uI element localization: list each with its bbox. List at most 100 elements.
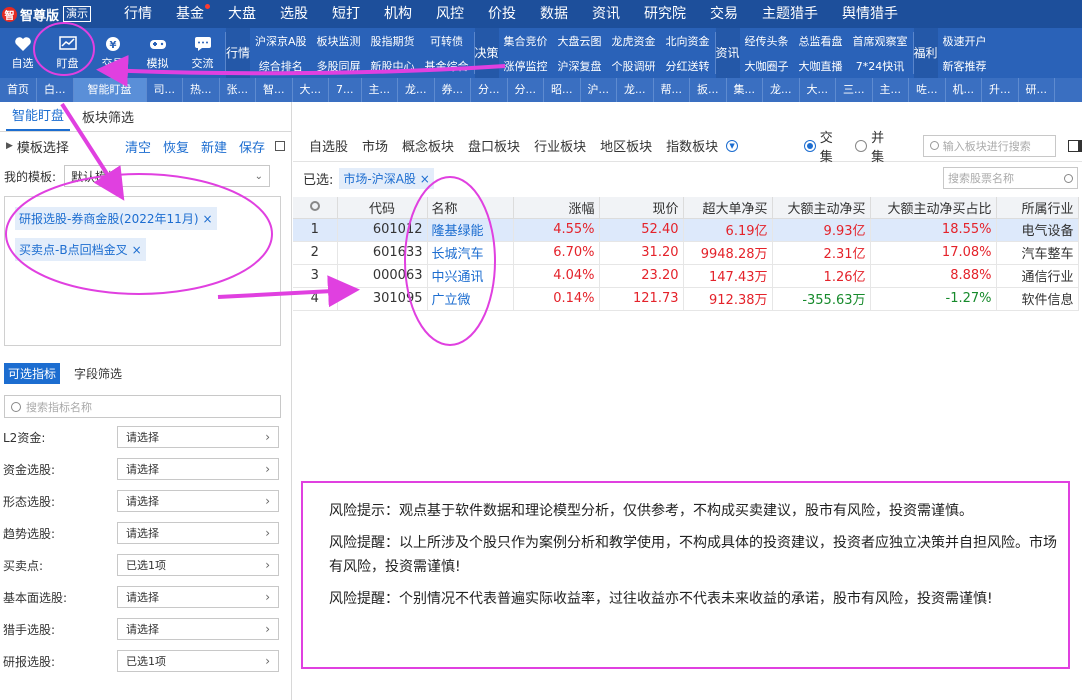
menu-fund[interactable]: 基金 bbox=[164, 0, 216, 28]
menu-risk[interactable]: 风控 bbox=[424, 0, 476, 28]
scope-industry[interactable]: 行业板块 bbox=[534, 136, 586, 155]
filter-select[interactable]: 请选择 › bbox=[117, 522, 279, 544]
window-tab[interactable]: 沪... bbox=[581, 78, 617, 102]
window-tab[interactable]: 白... bbox=[37, 78, 74, 102]
link-futures[interactable]: 股指期货 bbox=[366, 33, 420, 49]
menu-short[interactable]: 短打 bbox=[320, 0, 372, 28]
window-tab[interactable]: 研... bbox=[1019, 78, 1055, 102]
menu-sentiment-hunter[interactable]: 舆情猎手 bbox=[830, 0, 910, 28]
col-super-large[interactable]: 超大单净买 bbox=[683, 197, 773, 219]
link-chief-room[interactable]: 首席观察室 bbox=[848, 33, 913, 49]
table-row[interactable]: 2 601633 长城汽车 6.70% 31.20 9948.28万 2.31亿 17.08%… bbox=[293, 241, 1079, 265]
condition-tag[interactable]: 买卖点-B点回档金叉 × bbox=[15, 238, 146, 261]
link-rank[interactable]: 综合排名 bbox=[250, 58, 312, 74]
filter-select[interactable]: 请选择 › bbox=[117, 426, 279, 448]
remove-icon[interactable]: × bbox=[420, 172, 430, 186]
tab-field-filter[interactable]: 字段筛选 bbox=[70, 363, 126, 384]
link-fund-combo[interactable]: 基金综合 bbox=[420, 58, 474, 74]
filter-select[interactable]: 请选择 › bbox=[117, 490, 279, 512]
link-flash-news[interactable]: 7*24快讯 bbox=[848, 58, 913, 74]
menu-trade[interactable]: 交易 bbox=[698, 0, 750, 28]
window-tab[interactable]: 龙... bbox=[617, 78, 654, 102]
col-change[interactable]: 涨幅 bbox=[513, 197, 600, 219]
window-tab[interactable]: 主... bbox=[873, 78, 909, 102]
table-row[interactable]: 1 601012 隆基绿能 4.55% 52.40 6.19亿 9.93亿 18.55% 电气设… bbox=[293, 218, 1079, 242]
link-review[interactable]: 沪深复盘 bbox=[553, 58, 607, 74]
chat-button[interactable]: 交流 bbox=[180, 28, 225, 78]
stock-name[interactable]: 广立微 bbox=[427, 287, 514, 311]
save-button[interactable]: 保存 bbox=[239, 137, 265, 156]
filter-select[interactable]: 请选择 › bbox=[117, 586, 279, 608]
tab-plate-filter[interactable]: 板块筛选 bbox=[76, 107, 140, 131]
window-tab[interactable]: 分... bbox=[471, 78, 508, 102]
scope-concept[interactable]: 概念板块 bbox=[402, 136, 454, 155]
link-stock-survey[interactable]: 个股调研 bbox=[607, 58, 661, 74]
window-tab[interactable]: 龙... bbox=[398, 78, 435, 102]
link-limit-monitor[interactable]: 涨停监控 bbox=[499, 58, 553, 74]
trade-button[interactable]: ¥ 交易 bbox=[90, 28, 135, 78]
tab-smart-monitor[interactable]: 智能盯盘 bbox=[6, 105, 71, 131]
col-industry[interactable]: 所属行业 bbox=[996, 197, 1079, 219]
restore-button[interactable]: 恢复 bbox=[163, 137, 189, 156]
window-tab[interactable]: 集... bbox=[727, 78, 763, 102]
link-market-cloud[interactable]: 大盘云图 bbox=[553, 33, 607, 49]
link-director-view[interactable]: 总监看盘 bbox=[794, 33, 848, 49]
link-ipo-center[interactable]: 新股中心 bbox=[366, 58, 420, 74]
menu-market[interactable]: 大盘 bbox=[216, 0, 268, 28]
stock-name[interactable]: 隆基绿能 bbox=[427, 218, 514, 242]
menu-data[interactable]: 数据 bbox=[528, 0, 580, 28]
condition-tag[interactable]: 研报选股-券商金股(2022年11月) × bbox=[15, 207, 217, 230]
window-tab[interactable]: 张... bbox=[220, 78, 256, 102]
link-auction[interactable]: 集合竞价 bbox=[499, 33, 553, 49]
window-tab[interactable]: 扳... bbox=[690, 78, 727, 102]
window-tab[interactable]: 热... bbox=[183, 78, 220, 102]
scope-market[interactable]: 市场 bbox=[362, 136, 388, 155]
stock-name[interactable]: 长城汽车 bbox=[427, 241, 514, 265]
link-dividend[interactable]: 分红送转 bbox=[661, 58, 715, 74]
link-convertible[interactable]: 可转债 bbox=[420, 33, 474, 49]
link-hs-a[interactable]: 沪深京A股 bbox=[250, 33, 312, 49]
link-open-account[interactable]: 极速开户 bbox=[938, 33, 992, 49]
window-tab[interactable]: 三... bbox=[836, 78, 873, 102]
remove-icon[interactable]: × bbox=[132, 243, 142, 257]
window-tab[interactable]: 券... bbox=[435, 78, 471, 102]
menu-value[interactable]: 价投 bbox=[476, 0, 528, 28]
link-expert-circle[interactable]: 大咖圈子 bbox=[740, 58, 794, 74]
menu-research[interactable]: 研究院 bbox=[632, 0, 698, 28]
radio-union[interactable] bbox=[855, 139, 868, 152]
filter-select[interactable]: 已选1项 › bbox=[117, 554, 279, 576]
menu-quotes[interactable]: 行情 bbox=[112, 0, 164, 28]
link-plate-monitor[interactable]: 板块监测 bbox=[312, 33, 366, 49]
link-expert-live[interactable]: 大咖直播 bbox=[794, 58, 848, 74]
window-tab[interactable]: 昭... bbox=[544, 78, 581, 102]
settings-column[interactable] bbox=[293, 197, 338, 219]
panel-toggle-icon[interactable] bbox=[1068, 139, 1082, 152]
window-tab[interactable]: 7... bbox=[329, 78, 362, 102]
window-tab[interactable]: 机... bbox=[946, 78, 982, 102]
window-tab[interactable]: 智... bbox=[256, 78, 293, 102]
table-row[interactable]: 4 301095 广立微 0.14% 121.73 912.38万 -355.63万 -1.2… bbox=[293, 287, 1079, 311]
menu-news[interactable]: 资讯 bbox=[580, 0, 632, 28]
window-tab[interactable]: 升... bbox=[982, 78, 1019, 102]
stock-search-input[interactable]: 搜索股票名称 bbox=[943, 167, 1078, 189]
filter-select[interactable]: 请选择 › bbox=[117, 618, 279, 640]
link-northbound[interactable]: 北向资金 bbox=[661, 33, 715, 49]
plate-search-input[interactable]: 输入板块进行搜索 bbox=[922, 134, 1057, 157]
clear-button[interactable]: 清空 bbox=[125, 137, 151, 156]
more-dropdown-icon[interactable]: ▼ bbox=[726, 139, 738, 152]
window-tab[interactable]: 智能盯盘 bbox=[73, 78, 147, 102]
simulate-button[interactable]: 模拟 bbox=[135, 28, 180, 78]
window-tab[interactable]: 大... bbox=[800, 78, 836, 102]
col-price[interactable]: 现价 bbox=[599, 197, 684, 219]
radio-intersection[interactable] bbox=[803, 139, 816, 152]
window-tab[interactable]: 龙... bbox=[763, 78, 800, 102]
window-tab[interactable]: 帮... bbox=[654, 78, 690, 102]
window-tab[interactable]: 分... bbox=[508, 78, 544, 102]
col-large-net[interactable]: 大额主动净买 bbox=[772, 197, 871, 219]
indicator-search-input[interactable]: 搜索指标名称 bbox=[4, 395, 281, 418]
window-tab[interactable]: 主... bbox=[362, 78, 398, 102]
stock-name[interactable]: 中兴通讯 bbox=[427, 264, 514, 288]
collapse-triangle-icon[interactable]: ▶ bbox=[6, 141, 13, 151]
window-tab[interactable]: 首页 bbox=[0, 78, 37, 102]
link-headline[interactable]: 经传头条 bbox=[740, 33, 794, 49]
